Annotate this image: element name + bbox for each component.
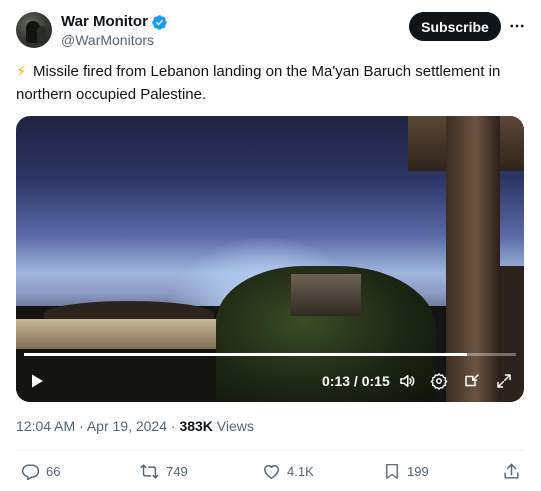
like-count: 4.1K — [287, 463, 314, 479]
divider — [16, 450, 524, 451]
author-name-text[interactable]: War Monitor — [61, 12, 148, 32]
views-count: 383K — [179, 418, 213, 434]
video-player[interactable]: 0:13 / 0:15 — [16, 116, 524, 402]
video-progress-bar[interactable] — [24, 353, 516, 356]
tweet-body: Missile fired from Lebanon landing on th… — [16, 63, 501, 103]
author-handle[interactable]: @WarMonitors — [61, 31, 154, 49]
settings-icon[interactable] — [428, 368, 450, 394]
repost-icon — [140, 463, 159, 479]
views-label: Views — [212, 418, 254, 434]
repost-count: 749 — [166, 463, 188, 479]
video-controls: 0:13 / 0:15 — [16, 368, 524, 394]
like-icon — [264, 464, 279, 479]
video-timecode: 0:13 / 0:15 — [322, 373, 390, 389]
author-name[interactable]: War Monitor — [61, 12, 168, 32]
tweet-meta: 12:04 AM · Apr 19, 2024 · 383K Views — [16, 418, 254, 434]
share-icon — [504, 463, 519, 479]
bookmark-button[interactable]: 199 — [383, 460, 429, 482]
volume-icon[interactable] — [396, 368, 418, 394]
bookmark-count: 199 — [407, 463, 429, 479]
reply-button[interactable]: 66 — [21, 460, 60, 482]
reply-count: 66 — [46, 463, 61, 479]
avatar[interactable] — [16, 12, 52, 48]
fullscreen-icon[interactable] — [493, 368, 515, 394]
duration: 0:15 — [361, 373, 390, 389]
like-button[interactable]: 4.1K — [262, 460, 314, 482]
more-icon[interactable] — [506, 14, 528, 38]
share-button[interactable] — [502, 460, 521, 482]
reply-icon — [21, 463, 40, 480]
subscribe-button[interactable]: Subscribe — [409, 12, 501, 41]
play-icon[interactable] — [26, 368, 48, 394]
tweet-time[interactable]: 12:04 AM — [16, 418, 75, 434]
tweet-text: ⚡ Missile fired from Lebanon landing on t… — [16, 60, 521, 106]
pip-icon[interactable] — [461, 368, 483, 394]
current-time: 0:13 — [322, 373, 351, 389]
verified-badge-icon — [152, 14, 167, 30]
bookmark-icon — [386, 463, 398, 479]
video-progress-fill — [24, 353, 467, 356]
tweet-date[interactable]: Apr 19, 2024 — [87, 418, 167, 434]
lightning-emoji: ⚡ — [16, 63, 27, 80]
repost-button[interactable]: 749 — [139, 460, 188, 482]
